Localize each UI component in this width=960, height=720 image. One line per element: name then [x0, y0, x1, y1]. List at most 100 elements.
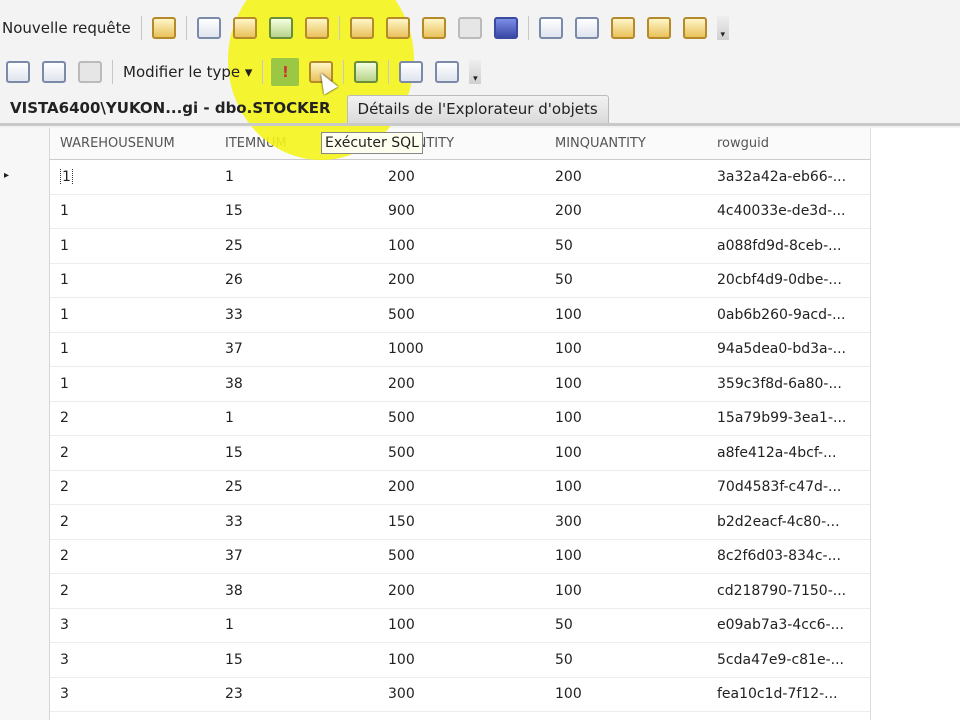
table-cell[interactable]: 100	[545, 341, 707, 357]
table-cell[interactable]: 2	[50, 548, 215, 564]
table-row[interactable]: 1 37 1000 100 94a5dea0-bd3a-...	[50, 333, 870, 367]
table-cell[interactable]: 15	[215, 445, 378, 461]
table-row[interactable]: 1 1 200 200 3a32a42a-eb66-...	[50, 160, 870, 195]
table-row[interactable]: 2 25 200 100 70d4583f-c47d-...	[50, 471, 870, 505]
table-row[interactable]: 2 37 500 100 8c2f6d03-834c-...	[50, 540, 870, 574]
table-cell[interactable]: 2	[50, 445, 215, 461]
mdx-query-icon[interactable]	[268, 17, 293, 39]
table-cell[interactable]: e09ab7a3-4cc6-...	[707, 617, 870, 633]
analysis-query-icon[interactable]	[232, 17, 257, 39]
table-cell[interactable]: 50	[545, 617, 707, 633]
table-cell[interactable]: 26	[215, 272, 378, 288]
table-cell[interactable]: 100	[545, 479, 707, 495]
table-cell[interactable]: 100	[545, 583, 707, 599]
open-icon[interactable]	[385, 17, 410, 39]
table-row[interactable]: 1 38 200 100 359c3f8d-6a80-...	[50, 367, 870, 402]
table-cell[interactable]: 500	[378, 445, 545, 461]
column-header[interactable]: rowguid	[707, 136, 870, 151]
table-row[interactable]: 3 23 300 100 fea10c1d-7f12-...	[50, 678, 870, 712]
table-cell[interactable]: 4c40033e-de3d-...	[707, 203, 870, 219]
table-cell[interactable]: 500	[378, 410, 545, 426]
table-cell[interactable]: 15	[215, 652, 378, 668]
new-file-icon[interactable]	[151, 17, 176, 39]
group-by-icon[interactable]	[354, 61, 379, 83]
change-type-dropdown[interactable]: Modifier le type ▾	[117, 63, 258, 81]
table-cell[interactable]: a088fd9d-8ceb-...	[707, 238, 870, 254]
table-cell[interactable]: 900	[378, 203, 545, 219]
table-cell[interactable]: 38	[215, 376, 378, 392]
table-cell[interactable]: 100	[545, 307, 707, 323]
database-query-icon[interactable]	[196, 17, 221, 39]
table-cell[interactable]: 300	[545, 514, 707, 530]
table-cell[interactable]: 500	[378, 307, 545, 323]
table-cell[interactable]: 100	[545, 376, 707, 392]
save-icon[interactable]	[457, 17, 482, 39]
active-cell[interactable]: 1	[60, 168, 73, 185]
object-explorer-icon[interactable]	[574, 17, 599, 39]
table-cell[interactable]: 25	[215, 479, 378, 495]
table-cell[interactable]: 100	[545, 548, 707, 564]
tab-object-explorer-details[interactable]: Détails de l'Explorateur d'objets	[346, 95, 609, 123]
table-cell[interactable]: 200	[545, 169, 707, 185]
toolbar-overflow-button[interactable]: ▾	[716, 16, 729, 40]
save-all-icon[interactable]	[493, 17, 518, 39]
table-cell[interactable]: 1	[50, 376, 215, 392]
table-cell[interactable]: 1000	[378, 341, 545, 357]
table-cell[interactable]: 25	[215, 238, 378, 254]
table-cell[interactable]: 100	[545, 445, 707, 461]
table-row[interactable]: 2 1 500 100 15a79b99-3ea1-...	[50, 402, 870, 436]
table-cell[interactable]: 100	[545, 686, 707, 702]
table-cell[interactable]: 70d4583f-c47d-...	[707, 479, 870, 495]
table-cell[interactable]: 200	[378, 272, 545, 288]
table-cell[interactable]: 0ab6b260-9acd-...	[707, 307, 870, 323]
table-cell[interactable]: 1	[50, 168, 215, 185]
table-cell[interactable]: 3a32a42a-eb66-...	[707, 169, 870, 185]
solution-explorer-icon[interactable]	[646, 17, 671, 39]
table-cell[interactable]: 1	[215, 617, 378, 633]
table-cell[interactable]: 2	[50, 410, 215, 426]
table-cell[interactable]: 15	[215, 203, 378, 219]
properties-icon[interactable]	[682, 17, 707, 39]
table-cell[interactable]: cd218790-7150-...	[707, 583, 870, 599]
table-cell[interactable]: 33	[215, 307, 378, 323]
table-cell[interactable]: 50	[545, 652, 707, 668]
table-cell[interactable]: 200	[378, 479, 545, 495]
table-cell[interactable]: 100	[378, 617, 545, 633]
table-cell[interactable]: 38	[215, 583, 378, 599]
table-cell[interactable]: 150	[378, 514, 545, 530]
add-derived-table-icon[interactable]	[435, 61, 460, 83]
table-row[interactable]: 1 25 100 50 a088fd9d-8ceb-...	[50, 229, 870, 264]
table-row[interactable]: 2 38 200 100 cd218790-7150-...	[50, 574, 870, 609]
table-cell[interactable]: 200	[378, 583, 545, 599]
table-cell[interactable]: 200	[545, 203, 707, 219]
table-cell[interactable]: 3	[50, 652, 215, 668]
table-row[interactable]: 1 26 200 50 20cbf4d9-0dbe-...	[50, 264, 870, 298]
show-sql-pane-icon[interactable]	[42, 61, 66, 83]
table-cell[interactable]: 50	[545, 272, 707, 288]
registered-servers-icon[interactable]	[538, 17, 563, 39]
table-cell[interactable]: 20cbf4d9-0dbe-...	[707, 272, 870, 288]
table-cell[interactable]: 1	[50, 272, 215, 288]
add-table-icon[interactable]	[399, 61, 424, 83]
table-cell[interactable]: 94a5dea0-bd3a-...	[707, 341, 870, 357]
table-cell[interactable]: 300	[378, 686, 545, 702]
table-cell[interactable]: 200	[378, 169, 545, 185]
open-folder-icon[interactable]	[349, 17, 374, 39]
row-selector-column[interactable]	[0, 128, 50, 720]
table-cell[interactable]: fea10c1d-7f12-...	[707, 686, 870, 702]
table-row[interactable]: 1 15 900 200 4c40033e-de3d-...	[50, 195, 870, 229]
table-cell[interactable]: 33	[215, 514, 378, 530]
table-cell[interactable]: 37	[215, 341, 378, 357]
table-cell[interactable]: 100	[378, 652, 545, 668]
table-cell[interactable]: 500	[378, 548, 545, 564]
table-cell[interactable]: 100	[378, 238, 545, 254]
column-header[interactable]: MINQUANTITY	[545, 136, 707, 151]
table-cell[interactable]: 23	[215, 686, 378, 702]
new-query-button[interactable]: Nouvelle requête	[0, 19, 137, 37]
table-cell[interactable]: 3	[50, 617, 215, 633]
table-cell[interactable]: 1	[50, 341, 215, 357]
table-cell[interactable]: b2d2eacf-4c80-...	[707, 514, 870, 530]
table-cell[interactable]: 1	[215, 410, 378, 426]
execute-sql-button[interactable]: !	[271, 58, 300, 86]
table-row[interactable]: 3 15 100 50 5cda47e9-c81e-...	[50, 643, 870, 678]
